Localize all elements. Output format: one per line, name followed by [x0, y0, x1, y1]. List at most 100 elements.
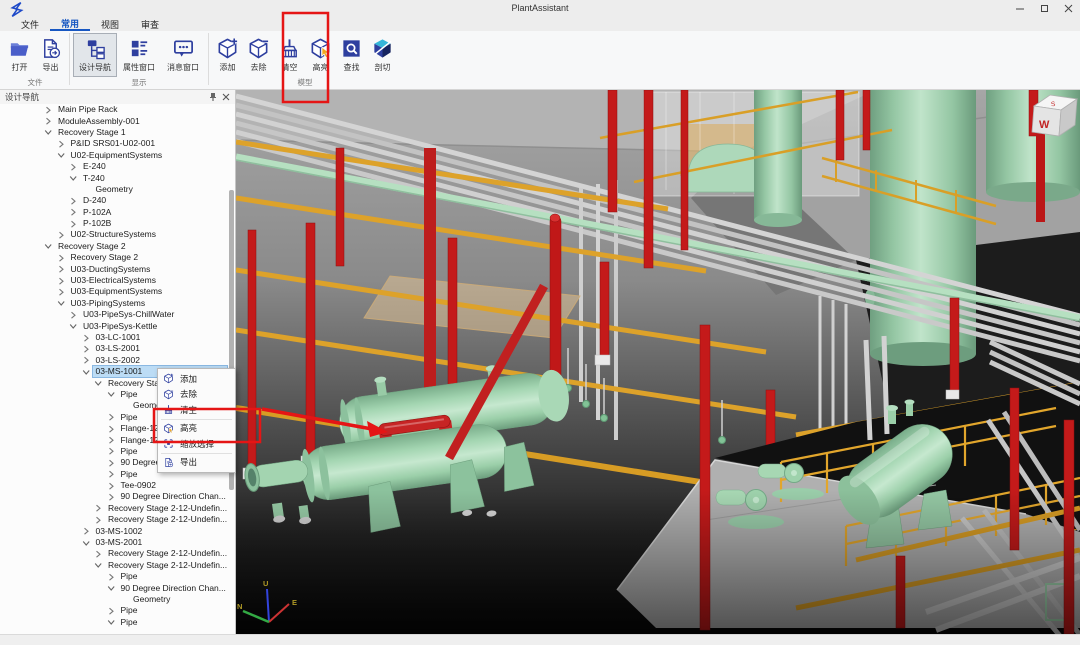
chevron-right-icon[interactable]	[69, 311, 77, 319]
context-menu-item-cube-highlight[interactable]: 高亮	[158, 421, 235, 437]
tree-item[interactable]: 03-MS-2001	[0, 537, 235, 548]
tree-item[interactable]: 03-LS-2001	[0, 343, 235, 354]
chevron-down-icon[interactable]	[82, 539, 90, 547]
chevron-right-icon[interactable]	[82, 345, 90, 353]
chevron-right-icon[interactable]	[44, 106, 52, 114]
tree-item[interactable]: P-102A	[0, 207, 235, 218]
chevron-right-icon[interactable]	[107, 425, 115, 433]
context-menu-item-export-doc[interactable]: 导出	[158, 455, 235, 471]
chevron-right-icon[interactable]	[82, 527, 90, 535]
tree-item[interactable]: U03-PipeSys-Kettle	[0, 320, 235, 331]
chevron-right-icon[interactable]	[107, 470, 115, 478]
ribbon-tab[interactable]: 常用	[50, 18, 90, 31]
tree-item[interactable]: Pipe	[0, 605, 235, 616]
tree-item[interactable]: P&ID SRS01-U02-001	[0, 138, 235, 149]
chevron-right-icon[interactable]	[94, 516, 102, 524]
chevron-right-icon[interactable]	[69, 163, 77, 171]
context-menu-item-cube-remove[interactable]: 去除	[158, 387, 235, 403]
chevron-right-icon[interactable]	[57, 231, 65, 239]
chevron-right-icon[interactable]	[44, 117, 52, 125]
chevron-down-icon[interactable]	[69, 322, 77, 330]
toolbar-button-section-cube[interactable]: 剖切	[367, 33, 398, 77]
chevron-right-icon[interactable]	[107, 607, 115, 615]
chevron-down-icon[interactable]	[107, 584, 115, 592]
chevron-right-icon[interactable]	[57, 265, 65, 273]
tree-item[interactable]: E-240	[0, 161, 235, 172]
context-menu-item-zoom-select[interactable]: 缩放选择	[158, 436, 235, 452]
ribbon-tab[interactable]: 视图	[90, 18, 130, 31]
toolbar-button-folder-open[interactable]: 打开	[4, 33, 35, 77]
chevron-right-icon[interactable]	[107, 493, 115, 501]
chevron-right-icon[interactable]	[57, 288, 65, 296]
pin-panel-icon[interactable]	[206, 91, 219, 103]
tree-item[interactable]: Recovery Stage 1	[0, 127, 235, 138]
tree-item[interactable]: U02-EquipmentSystems	[0, 150, 235, 161]
tree-item[interactable]: 90 Degree Direction Chan...	[0, 491, 235, 502]
tree-item[interactable]: U03-PipingSystems	[0, 298, 235, 309]
toolbar-button-cube-highlight[interactable]: 高亮	[305, 33, 336, 77]
chevron-right-icon[interactable]	[57, 140, 65, 148]
close-button[interactable]	[1056, 0, 1080, 17]
tree-item[interactable]: Recovery Stage 2-12-Undefin...	[0, 503, 235, 514]
tree-item[interactable]: Recovery Stage 2	[0, 241, 235, 252]
tree-item[interactable]: Main Pipe Rack	[0, 104, 235, 115]
tree-item[interactable]: ModuleAssembly-001	[0, 115, 235, 126]
toolbar-button-cube-add[interactable]: 添加	[212, 33, 243, 77]
ribbon-tab[interactable]: 文件	[10, 18, 50, 31]
tree-item[interactable]: Pipe	[0, 571, 235, 582]
chevron-right-icon[interactable]	[57, 254, 65, 262]
tree-item[interactable]: Geometry	[0, 184, 235, 195]
close-panel-icon[interactable]	[219, 91, 232, 103]
chevron-down-icon[interactable]	[57, 299, 65, 307]
chevron-right-icon[interactable]	[69, 220, 77, 228]
chevron-right-icon[interactable]	[107, 447, 115, 455]
tree-item[interactable]: Recovery Stage 2-12-Undefin...	[0, 560, 235, 571]
toolbar-button-export-doc[interactable]: 导出	[35, 33, 66, 77]
chevron-right-icon[interactable]	[57, 277, 65, 285]
tree-item[interactable]: Recovery Stage 2-12-Undefin...	[0, 514, 235, 525]
chevron-right-icon[interactable]	[82, 356, 90, 364]
tree-item[interactable]: Geometry	[0, 594, 235, 605]
context-menu-item-cube-add[interactable]: 添加	[158, 371, 235, 387]
maximize-button[interactable]	[1032, 0, 1056, 17]
tree-item[interactable]: Pipe	[0, 617, 235, 628]
chevron-right-icon[interactable]	[107, 436, 115, 444]
toolbar-button-cube-remove[interactable]: 去除	[243, 33, 274, 77]
tree-item[interactable]: U02-StructureSystems	[0, 229, 235, 240]
tree-item[interactable]: U03-PipeSys-ChillWater	[0, 309, 235, 320]
chevron-right-icon[interactable]	[94, 504, 102, 512]
chevron-right-icon[interactable]	[107, 413, 115, 421]
toolbar-button-find-window[interactable]: 查找	[336, 33, 367, 77]
chevron-down-icon[interactable]	[107, 618, 115, 626]
chevron-down-icon[interactable]	[69, 174, 77, 182]
chevron-right-icon[interactable]	[94, 550, 102, 558]
tree-item[interactable]: 03-LC-1001	[0, 332, 235, 343]
tree-item[interactable]: Recovery Stage 2-12-Undefin...	[0, 548, 235, 559]
tree-item[interactable]: P-102B	[0, 218, 235, 229]
viewport-3d[interactable]: W S U E N	[236, 90, 1080, 634]
tree-item[interactable]: D-240	[0, 195, 235, 206]
chevron-down-icon[interactable]	[44, 242, 52, 250]
chevron-right-icon[interactable]	[69, 197, 77, 205]
tree-item[interactable]: 90 Degree Direction Chan...	[0, 582, 235, 593]
toolbar-button-design-nav[interactable]: 设计导航	[73, 33, 117, 77]
chevron-down-icon[interactable]	[94, 561, 102, 569]
toolbar-button-property-window[interactable]: 属性窗口	[117, 33, 161, 77]
minimize-button[interactable]	[1008, 0, 1032, 17]
tree-item[interactable]: U03-EquipmentSystems	[0, 286, 235, 297]
tree-item[interactable]: 03-LS-2002	[0, 355, 235, 366]
tree-item[interactable]: U03-DuctingSystems	[0, 263, 235, 274]
chevron-right-icon[interactable]	[107, 459, 115, 467]
toolbar-button-message-window[interactable]: 消息窗口	[161, 33, 205, 77]
tree-item[interactable]: Tee-0902	[0, 480, 235, 491]
tree-item[interactable]: U03-ElectricalSystems	[0, 275, 235, 286]
chevron-right-icon[interactable]	[107, 482, 115, 490]
chevron-right-icon[interactable]	[69, 208, 77, 216]
chevron-right-icon[interactable]	[107, 573, 115, 581]
chevron-down-icon[interactable]	[44, 128, 52, 136]
chevron-down-icon[interactable]	[57, 151, 65, 159]
tree-item[interactable]: T-240	[0, 172, 235, 183]
chevron-down-icon[interactable]	[82, 368, 90, 376]
chevron-down-icon[interactable]	[94, 379, 102, 387]
chevron-right-icon[interactable]	[82, 334, 90, 342]
